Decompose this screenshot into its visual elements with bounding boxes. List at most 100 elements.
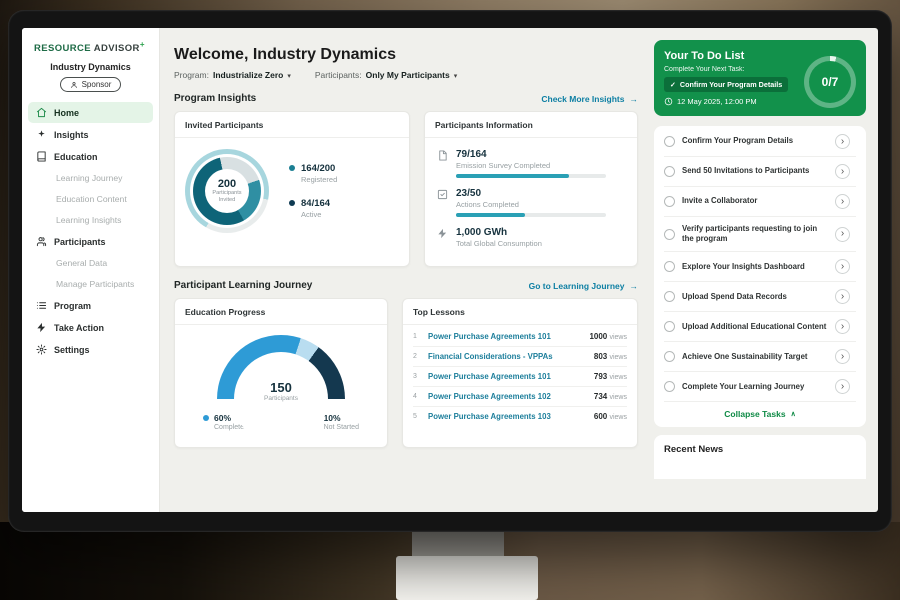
program-insights-cards: Invited Participants 200 Participants In… (174, 111, 638, 267)
lesson-link[interactable]: Power Purchase Agreements 102 (428, 392, 588, 401)
legend-dot (203, 415, 209, 421)
top-lessons-card: Top Lessons 1 Power Purchase Agreements … (402, 298, 638, 448)
checkbox-icon[interactable] (664, 196, 675, 207)
checkbox-icon[interactable] (664, 381, 675, 392)
checkbox-icon[interactable] (664, 291, 675, 302)
task-row[interactable]: Explore Your Insights Dashboard › (664, 252, 856, 282)
filters-bar: Program: Industrialize Zero ▾ Participan… (174, 70, 638, 80)
monitor-stand-base (396, 556, 538, 600)
participants-filter[interactable]: Participants: Only My Participants ▾ (315, 70, 457, 80)
lesson-row: 1 Power Purchase Agreements 101 1000 vie… (413, 327, 627, 347)
legend-item-registered: 164/200 Registered (289, 163, 337, 184)
energy-bolt-icon (437, 228, 448, 239)
todo-panel: Your To Do List Complete Your Next Task:… (652, 28, 878, 512)
clock-icon (664, 97, 673, 106)
sidebar-item-manage-participants[interactable]: Manage Participants (28, 274, 153, 294)
brand-plus: + (140, 40, 145, 49)
recent-news-card: Recent News (654, 435, 866, 479)
chevron-right-icon[interactable]: › (835, 227, 850, 242)
chevron-right-icon[interactable]: › (835, 164, 850, 179)
participants-information-card: Participants Information 79/164 Emission… (424, 111, 638, 267)
donut-center-label: Participants Invited (208, 190, 246, 204)
info-row-survey: 79/164 Emission Survey Completed (437, 144, 625, 183)
sidebar-item-program[interactable]: Program (28, 295, 153, 316)
chevron-right-icon[interactable]: › (835, 259, 850, 274)
sidebar-item-insights[interactable]: Insights (28, 124, 153, 145)
sidebar-item-settings[interactable]: Settings (28, 339, 153, 360)
checkbox-icon[interactable] (664, 261, 675, 272)
sidebar-item-education[interactable]: Education (28, 146, 153, 167)
gauge-center-label: Participants (217, 395, 345, 402)
gear-icon (36, 344, 47, 355)
checkbox-icon[interactable] (664, 229, 675, 240)
brand-logo: RESOURCE ADVISOR+ (34, 40, 149, 54)
sponsor-label: Sponsor (82, 80, 112, 89)
checklist-icon (437, 189, 448, 200)
home-icon (36, 107, 47, 118)
lesson-link[interactable]: Power Purchase Agreements 101 (428, 372, 588, 381)
task-row[interactable]: Verify participants requesting to join t… (664, 217, 856, 252)
checkbox-icon[interactable] (664, 166, 675, 177)
sidebar-nav: Home Insights Education Learning Journey… (22, 102, 159, 360)
program-insights-header: Program Insights Check More Insights → (174, 93, 638, 104)
users-icon (36, 236, 47, 247)
info-row-consumption: 1,000 GWh Total Global Consumption (437, 222, 625, 253)
chevron-right-icon[interactable]: › (835, 349, 850, 364)
sidebar-item-participants[interactable]: Participants (28, 231, 153, 252)
legend-item-active: 84/164 Active (289, 198, 337, 219)
lesson-link[interactable]: Power Purchase Agreements 103 (428, 412, 588, 421)
task-row[interactable]: Confirm Your Program Details › (664, 127, 856, 157)
lesson-row: 2 Financial Considerations - VPPAs 803 v… (413, 347, 627, 367)
arrow-right-icon: → (630, 281, 639, 291)
legend-dot (289, 200, 295, 206)
task-row[interactable]: Send 50 Invitations to Participants › (664, 157, 856, 187)
lesson-row: 4 Power Purchase Agreements 102 734 view… (413, 387, 627, 407)
task-row[interactable]: Complete Your Learning Journey › (664, 372, 856, 402)
action-bolt-icon (36, 322, 47, 333)
go-to-learning-journey-link[interactable]: Go to Learning Journey → (529, 281, 638, 291)
gauge-center-value: 150 (217, 380, 345, 395)
chevron-up-icon: ∧ (791, 410, 796, 418)
sidebar-item-general-data[interactable]: General Data (28, 253, 153, 273)
checkbox-icon[interactable] (664, 321, 675, 332)
section-title-program-insights: Program Insights (174, 93, 256, 104)
chevron-right-icon[interactable]: › (835, 379, 850, 394)
checkbox-icon[interactable] (664, 351, 675, 362)
chevron-right-icon[interactable]: › (835, 289, 850, 304)
sidebar-item-learning-journey[interactable]: Learning Journey (28, 168, 153, 188)
book-icon (36, 151, 47, 162)
monitor-bezel: RESOURCE ADVISOR+ Industry Dynamics Spon… (8, 10, 892, 532)
lesson-link[interactable]: Financial Considerations - VPPAs (428, 352, 588, 361)
donut-legend: 164/200 Registered 84/164 Active (289, 163, 337, 219)
arrow-right-icon: → (630, 94, 639, 104)
list-icon (36, 300, 47, 311)
checkbox-icon[interactable] (664, 136, 675, 147)
task-row[interactable]: Upload Spend Data Records › (664, 282, 856, 312)
sidebar-item-education-content[interactable]: Education Content (28, 189, 153, 209)
document-icon (437, 150, 448, 161)
brand-primary: RESOURCE (34, 43, 91, 54)
recent-news-title: Recent News (664, 444, 856, 455)
lesson-link[interactable]: Power Purchase Agreements 101 (428, 332, 583, 341)
chevron-right-icon[interactable]: › (835, 194, 850, 209)
todo-summary-card: Your To Do List Complete Your Next Task:… (654, 40, 866, 116)
sidebar-item-learning-insights[interactable]: Learning Insights (28, 210, 153, 230)
task-row[interactable]: Upload Additional Educational Content › (664, 312, 856, 342)
lesson-row: 3 Power Purchase Agreements 101 793 view… (413, 367, 627, 387)
chevron-down-icon: ▾ (454, 72, 458, 80)
info-row-actions: 23/50 Actions Completed (437, 183, 625, 222)
section-title-learning-journey: Participant Learning Journey (174, 280, 312, 291)
sidebar-item-take-action[interactable]: Take Action (28, 317, 153, 338)
task-row[interactable]: Achieve One Sustainability Target › (664, 342, 856, 372)
sidebar-item-home[interactable]: Home (28, 102, 153, 123)
check-more-insights-link[interactable]: Check More Insights → (541, 94, 638, 104)
chevron-right-icon[interactable]: › (835, 319, 850, 334)
next-task-chip[interactable]: ✓ Confirm Your Program Details (664, 77, 788, 92)
task-row[interactable]: Invite a Collaborator › (664, 187, 856, 217)
collapse-tasks-button[interactable]: Collapse Tasks ∧ (664, 402, 856, 426)
todo-progress-value: 0/7 (822, 75, 839, 89)
program-filter[interactable]: Program: Industrialize Zero ▾ (174, 70, 291, 80)
education-gauge-chart: 150 Participants (217, 335, 345, 399)
legend-dot (289, 165, 295, 171)
chevron-right-icon[interactable]: › (835, 134, 850, 149)
